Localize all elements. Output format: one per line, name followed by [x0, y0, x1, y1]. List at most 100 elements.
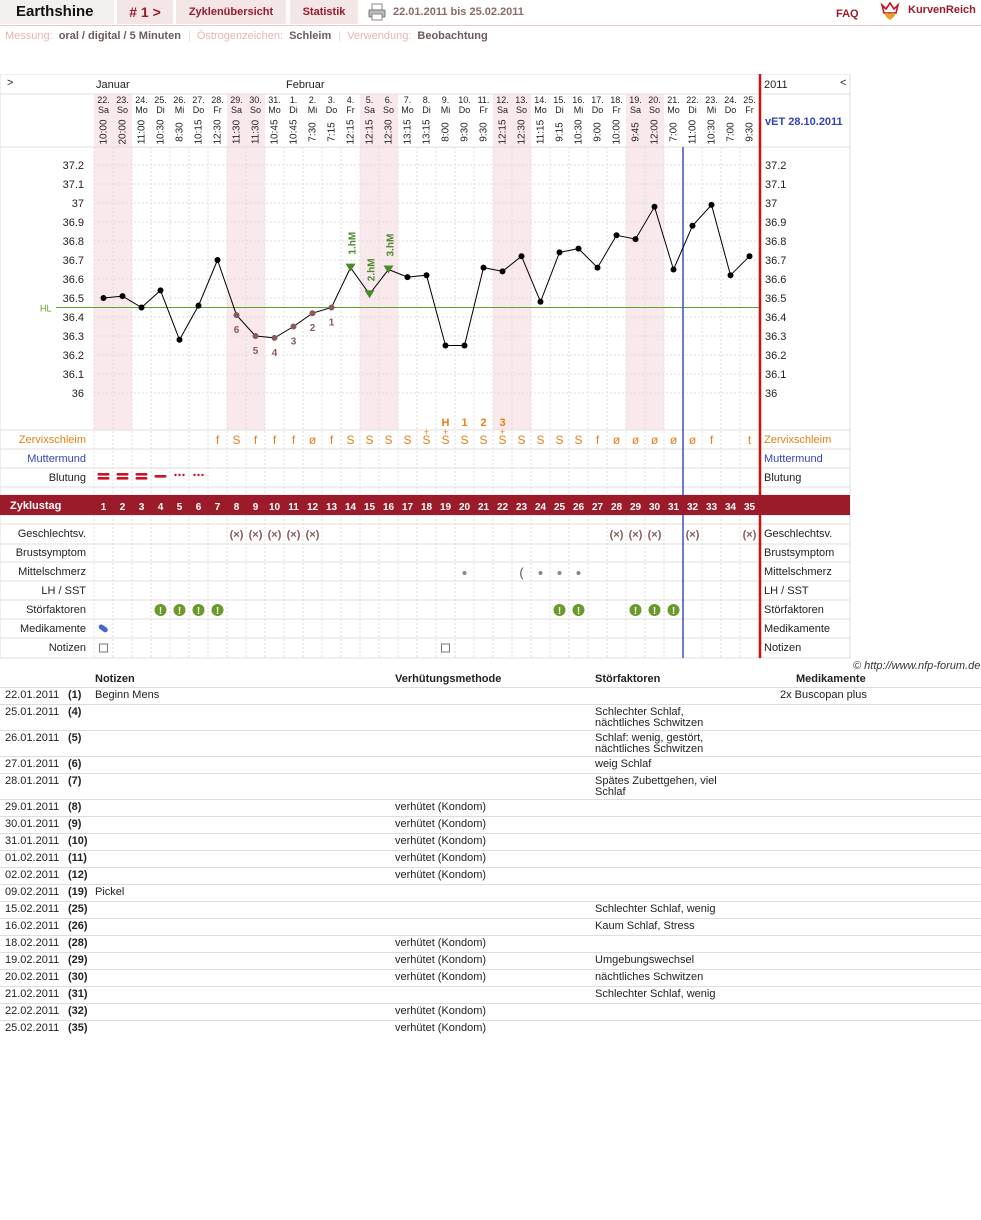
intercourse-mark: (×): [249, 529, 263, 541]
measure-time: 12:15: [365, 119, 376, 144]
peak-marker: 2: [480, 417, 486, 429]
mucus-symbol: S: [384, 433, 392, 447]
day-date: 12.: [496, 95, 509, 105]
y-tick-label: 36.8: [63, 236, 84, 248]
weekday-label: So: [250, 105, 261, 115]
bleeding-mark: [116, 473, 129, 476]
measure-time: 9:30: [460, 122, 471, 142]
table-row: 25.01.2011 (4) Schlechter Schlaf, nächtlic…: [0, 704, 981, 730]
weekday-label: Mo: [401, 105, 414, 115]
cycle-day-number: 27: [592, 502, 604, 513]
date-cell: 31.01.2011: [5, 835, 60, 847]
lh-row-label-right: LH / SST: [764, 585, 809, 597]
table-row: 20.02.2011 (30) verhütet (Kondom) nächtlich…: [0, 969, 981, 986]
stress-row-label-right: Störfaktoren: [764, 604, 824, 616]
y-tick-label-right: 36.8: [765, 236, 786, 248]
cycle-day-number: 22: [497, 502, 509, 513]
y-tick-label-right: 36.6: [765, 274, 786, 286]
weekday-label: Fr: [745, 105, 754, 115]
measure-label: Messung:: [5, 30, 53, 42]
weekday-label: Mo: [135, 105, 148, 115]
temperature-point: [670, 266, 677, 273]
cycle-day-number: 31: [668, 502, 680, 513]
intercourse-mark: (×): [610, 529, 624, 541]
cycle-day-cell: (9): [68, 818, 82, 830]
sex-row-label: Geschlechtsv.: [18, 528, 86, 540]
cycle-day-number: 17: [402, 502, 414, 513]
pain-dot: [557, 571, 562, 575]
weekday-label: Fr: [479, 105, 488, 115]
measure-time: 12:30: [384, 119, 395, 144]
date-cell: 21.02.2011: [5, 988, 60, 1000]
method-cell: verhütet (Kondom): [395, 971, 487, 983]
printer-icon[interactable]: [368, 3, 386, 21]
mucus-symbol: S: [536, 433, 544, 447]
cycle-day-cell: (10): [68, 835, 88, 847]
intercourse-mark: (×): [686, 529, 700, 541]
method-header: Verhütungsmethode: [395, 673, 502, 685]
day-date: 31.: [268, 95, 281, 105]
weekday-label: Fr: [213, 105, 222, 115]
intercourse-mark: (×): [230, 529, 244, 541]
temperature-point: [556, 249, 563, 256]
cycle-day-cell: (32): [68, 1005, 88, 1017]
brand-name: KurvenReich: [908, 4, 976, 16]
date-cell: 01.02.2011: [5, 852, 60, 864]
cycle-day-number: 26: [573, 502, 585, 513]
day-date: 26.: [173, 95, 186, 105]
bleeding-mark: [116, 477, 129, 480]
cycle-overview-tab[interactable]: Zyklenübersicht: [176, 0, 286, 24]
cycle-day-cell: (11): [68, 852, 87, 864]
cycle-day-cell: (19): [68, 886, 88, 898]
medication-cell: 2x Buscopan plus: [780, 689, 867, 701]
weekday-label: Mo: [667, 105, 680, 115]
high-temp-label: 1.hM: [348, 232, 359, 255]
intercourse-mark: (×): [268, 529, 282, 541]
low-temp-point: [233, 312, 240, 319]
weekday-label: Do: [725, 105, 737, 115]
weekday-label: Fr: [346, 105, 355, 115]
coverline-label: HL: [40, 304, 52, 314]
measure-time: 10:30: [156, 119, 167, 144]
cycle-nav-button[interactable]: # 1 >: [117, 0, 173, 24]
pain-row-label-right: Mittelschmerz: [764, 566, 832, 578]
measure-time: 11:00: [137, 119, 148, 144]
measure-value: oral / digital / 5 Minuten: [58, 30, 181, 42]
y-tick-label: 36: [72, 388, 84, 400]
pain-row-label: Mittelschmerz: [18, 566, 86, 578]
moon-icon: (: [519, 565, 524, 580]
cycle-day-number: 8: [234, 502, 240, 513]
cycle-day-number: 9: [253, 502, 259, 513]
disturbance-cell: Kaum Schlaf, Stress: [595, 920, 695, 932]
statistics-tab[interactable]: Statistik: [290, 0, 358, 24]
date-cell: 20.02.2011: [5, 971, 60, 983]
temperature-point: [461, 342, 468, 349]
intercourse-mark: (×): [743, 529, 757, 541]
measure-time: 12:30: [517, 119, 528, 144]
measure-time: 10:15: [194, 119, 205, 144]
method-cell: verhütet (Kondom): [395, 818, 487, 830]
method-cell: verhütet (Kondom): [395, 937, 487, 949]
usage-label: Verwendung:: [347, 30, 412, 42]
cycle-day-number: 28: [611, 502, 623, 513]
table-row: 29.01.2011 (8) verhütet (Kondom): [0, 799, 981, 816]
weekday-label: Mi: [175, 105, 185, 115]
cycle-settings-bar: Messung: oral / digital / 5 Minuten | Östr…: [5, 30, 488, 42]
cycle-chart: 37.2 37.237.1 37.137 3736.9 36.936.8 36.836.7…: [0, 74, 851, 659]
mucus-symbol: ø: [632, 433, 640, 447]
y-tick-label-right: 36.3: [765, 331, 786, 343]
faq-link[interactable]: FAQ: [836, 8, 859, 20]
notes-header: Notizen: [95, 673, 135, 685]
y-tick-label-right: 36: [765, 388, 777, 400]
intercourse-mark: (×): [629, 529, 643, 541]
date-cell: 25.01.2011: [5, 706, 60, 718]
measure-time: 7:15: [327, 122, 338, 142]
weekday-label: Mi: [574, 105, 584, 115]
measure-time: 12:15: [346, 119, 357, 144]
meds-row-label: Medikamente: [20, 623, 86, 635]
warning-mark: !: [672, 606, 675, 617]
weekday-label: Do: [459, 105, 471, 115]
intercourse-mark: (×): [306, 529, 320, 541]
weekday-label: Mo: [268, 105, 281, 115]
mucus-plus: +: [500, 427, 505, 437]
